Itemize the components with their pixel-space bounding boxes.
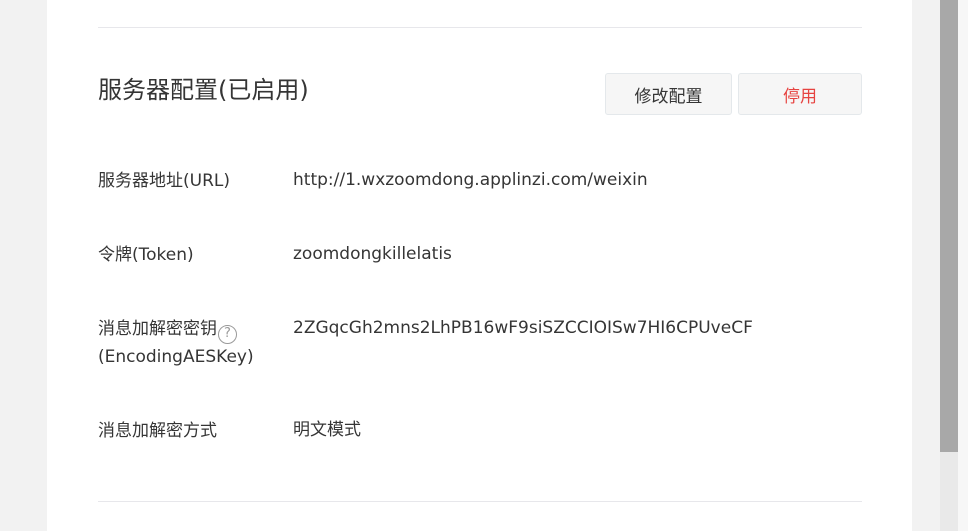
encryption-mode-value: 明文模式 [293, 420, 361, 440]
help-icon[interactable]: ? [218, 324, 237, 344]
section-title: 服务器配置(已启用) [98, 76, 309, 104]
token-value: zoomdongkillelatis [293, 244, 452, 264]
aes-key-label: 消息加解密密钥? [98, 315, 237, 344]
aes-key-value: 2ZGqcGh2mns2LhPB16wF9siSZCCIOISw7HI6CPUv… [293, 318, 753, 338]
token-label: 令牌(Token) [98, 245, 194, 265]
encryption-mode-label: 消息加解密方式 [98, 421, 217, 441]
scrollbar-thumb[interactable] [940, 0, 958, 452]
server-url-label: 服务器地址(URL) [98, 171, 230, 191]
aes-key-sublabel: (EncodingAESKey) [98, 347, 254, 367]
disable-button[interactable]: 停用 [738, 73, 862, 115]
server-url-value: http://1.wxzoomdong.applinzi.com/weixin [293, 170, 648, 190]
aes-key-label-text: 消息加解密密钥 [98, 319, 217, 339]
top-divider [98, 27, 862, 28]
window-edge [958, 0, 968, 531]
bottom-divider [98, 501, 862, 502]
modify-config-button[interactable]: 修改配置 [605, 73, 732, 115]
